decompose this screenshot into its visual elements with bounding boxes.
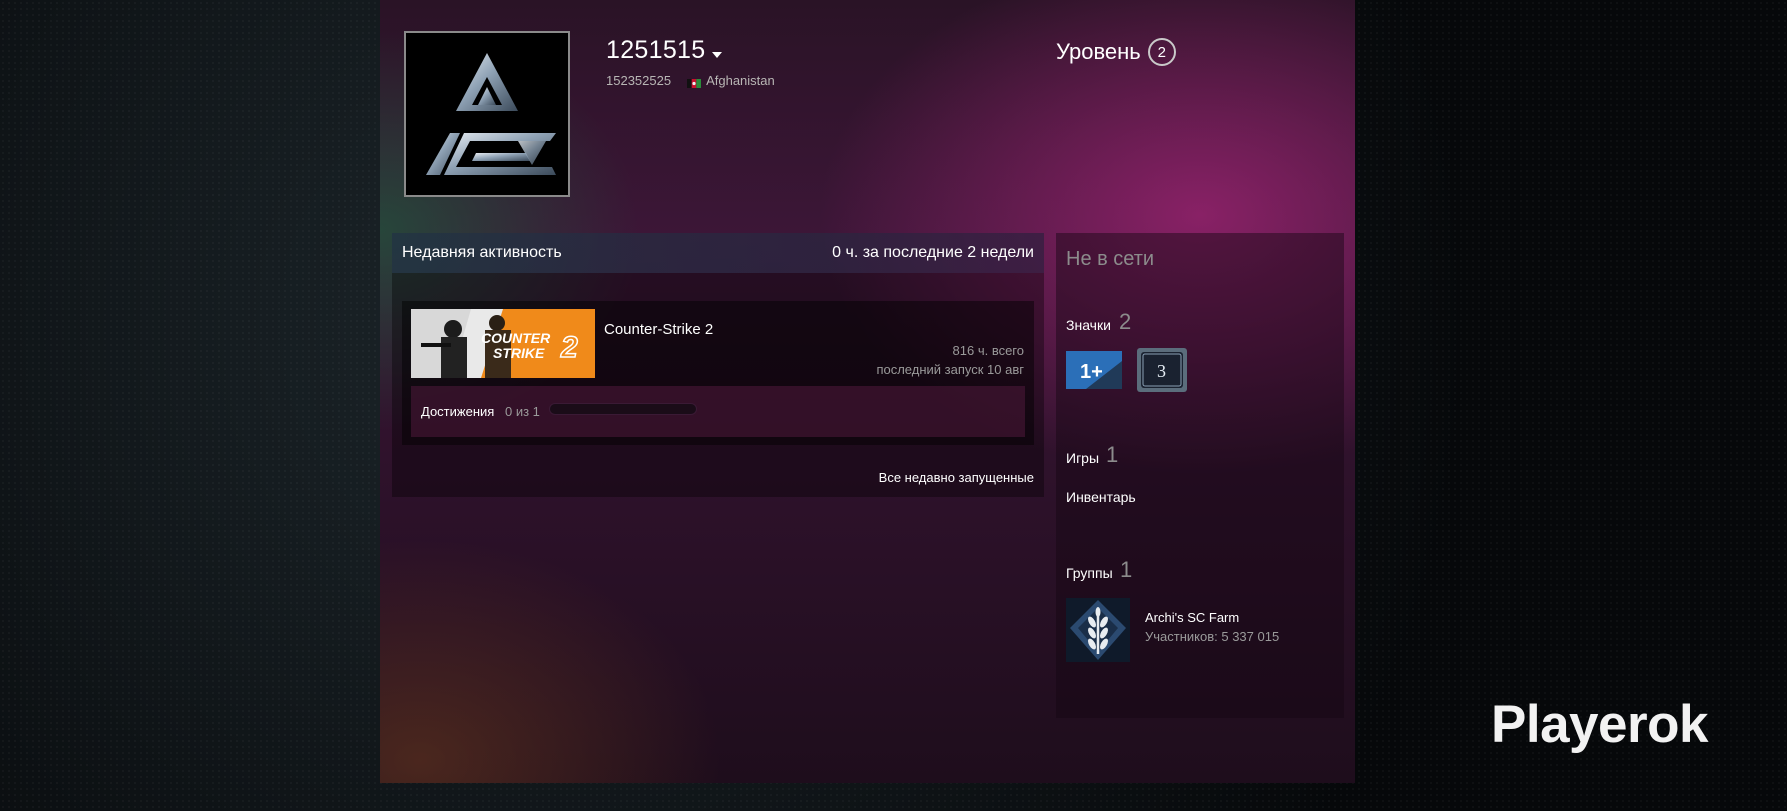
profile-subline: 152352525 Afghanistan [606, 73, 775, 88]
badges-count[interactable]: 2 [1119, 309, 1131, 335]
recent-activity-header: Недавняя активность 0 ч. за последние 2 … [392, 233, 1044, 273]
groups-link[interactable]: Группы [1066, 565, 1113, 581]
name-history-caret-icon[interactable] [712, 52, 723, 58]
profile-level[interactable]: Уровень 2 [1056, 38, 1176, 66]
game-total-hours: 816 ч. всего [952, 343, 1024, 358]
all-recently-played-link[interactable]: Все недавно запущенные [879, 470, 1034, 485]
profile-panel: 1251515 152352525 Afghanistan Уровень 2 … [380, 0, 1355, 783]
afghanistan-flag-icon [687, 76, 702, 88]
achievements-row[interactable]: Достижения 0 из 1 [411, 386, 1025, 437]
recent-activity-title: Недавняя активность [402, 244, 562, 261]
years-of-service-badge-icon[interactable]: 1+ [1066, 351, 1122, 389]
game-name-link[interactable]: Counter-Strike 2 [604, 321, 713, 338]
badges-link[interactable]: Значки [1066, 317, 1111, 333]
inventory-link[interactable]: Инвентарь [1066, 489, 1136, 505]
capsule-text-strike: STRIKE [493, 345, 545, 361]
achievements-progress-bar [549, 403, 697, 415]
achievements-count: 0 из 1 [505, 404, 540, 419]
level-badge: 2 [1147, 38, 1176, 66]
profile-avatar[interactable] [404, 31, 570, 197]
playerok-watermark: Playerok [1491, 695, 1708, 754]
groups-count[interactable]: 1 [1120, 557, 1132, 583]
recent-activity-panel: Недавняя активность 0 ч. за последние 2 … [392, 233, 1044, 497]
capsule-number: 2 [560, 331, 578, 364]
wheat-icon[interactable] [1066, 598, 1130, 662]
profile-sidebar: Не в сети Значки 2 1+ 3 Игры 1 Инвентарь… [1056, 233, 1344, 718]
recent-game-card: COUNTER STRIKE 2 Counter-Strike 2 816 ч.… [402, 301, 1034, 445]
level-label: Уровень [1056, 39, 1141, 64]
level-badge-icon[interactable]: 3 [1137, 348, 1187, 392]
real-name: 152352525 [606, 73, 672, 88]
country-name: Afghanistan [706, 73, 775, 88]
recent-activity-hours: 0 ч. за последние 2 недели [832, 244, 1034, 261]
online-status: Не в сети [1066, 248, 1155, 270]
persona-row: 1251515 [606, 36, 723, 65]
games-link[interactable]: Игры [1066, 450, 1099, 466]
capsule-text-counter: COUNTER [481, 330, 551, 346]
badge-level-text: 3 [1157, 361, 1166, 381]
badge-years-text: 1+ [1080, 361, 1103, 383]
game-last-played: последний запуск 10 авг [876, 362, 1024, 377]
triangle-logo-avatar-icon [426, 53, 556, 175]
game-capsule-image[interactable]: COUNTER STRIKE 2 [411, 309, 595, 378]
persona-name: 1251515 [606, 36, 706, 64]
group-name-link[interactable]: Archi's SC Farm [1145, 610, 1239, 625]
achievements-label: Достижения [421, 404, 495, 419]
games-count[interactable]: 1 [1106, 442, 1118, 468]
group-members-count: Участников: 5 337 015 [1145, 629, 1280, 644]
